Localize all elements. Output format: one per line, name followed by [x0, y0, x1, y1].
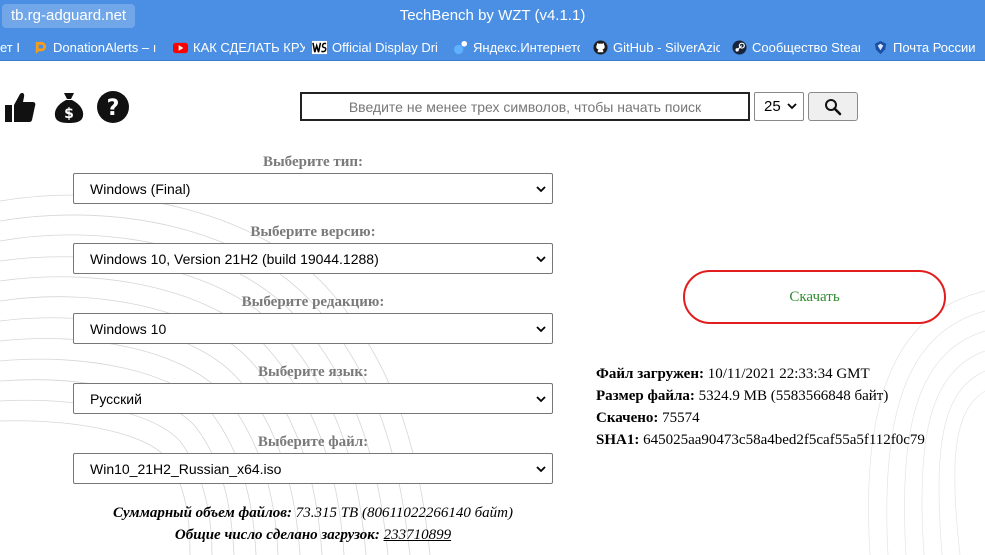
bookmark-russian-post[interactable]: Почта России	[873, 34, 985, 60]
chevron-down-icon	[536, 396, 546, 403]
downloads-line: Общие число сделано загрузок: 233710899	[73, 527, 553, 544]
bookmark-github[interactable]: GitHub - SilverAzic	[593, 34, 720, 60]
svg-text:$: $	[64, 106, 74, 122]
chevron-down-icon	[536, 326, 546, 333]
bookmark-item-0[interactable]: ет I	[0, 34, 29, 60]
ws-icon	[312, 40, 327, 55]
bookmark-label: Official Display Dri	[332, 40, 438, 55]
bookmark-label: GitHub - SilverAzic	[613, 40, 720, 55]
russian-post-icon	[874, 40, 887, 55]
page-size-value: 25	[764, 98, 781, 115]
page-size-select[interactable]: 25	[754, 92, 804, 121]
github-icon	[593, 40, 608, 55]
file-uploaded-value: 10/11/2021 22:33:34 GMT	[707, 366, 870, 382]
file-uploaded-row: Файл загружен: 10/11/2021 22:33:34 GMT	[596, 363, 985, 385]
file-downloaded-row: Скачено: 75574	[596, 407, 985, 429]
edition-label: Выберите редакцию:	[241, 294, 385, 310]
type-select-value: Windows (Final)	[90, 180, 191, 197]
file-size-label: Размер файла:	[596, 388, 695, 404]
bookmark-donationalerts[interactable]: DonationAlerts – ı	[33, 34, 165, 60]
file-size-row: Размер файла: 5324.9 MB (5583566848 байт…	[596, 385, 985, 407]
browser-title-bar: tb.rg-adguard.net TechBench by WZT (v4.1…	[0, 0, 985, 34]
search-icon	[825, 98, 842, 115]
chevron-down-icon	[536, 466, 546, 473]
file-downloaded-value: 75574	[662, 410, 700, 426]
bookmark-label: Сообщество Stear	[752, 40, 860, 55]
language-select[interactable]: Русский	[73, 383, 553, 414]
download-button-label: Скачать	[789, 288, 840, 305]
bookmark-youtube[interactable]: КАК СДЕЛАТЬ КРУ	[173, 34, 305, 60]
bookmark-label: ет I	[0, 40, 20, 55]
edition-select[interactable]: Windows 10	[73, 313, 553, 344]
search-input[interactable]	[300, 92, 750, 121]
youtube-icon	[173, 42, 188, 54]
chevron-down-icon	[536, 256, 546, 263]
bookmark-label: КАК СДЕЛАТЬ КРУ	[193, 40, 305, 55]
bookmark-label: Почта России	[893, 40, 976, 55]
question-icon[interactable]: ?	[96, 90, 130, 124]
edition-select-value: Windows 10	[90, 320, 167, 337]
version-select-value: Windows 10, Version 21H2 (build 19044.12…	[90, 250, 379, 267]
language-select-value: Русский	[90, 390, 142, 407]
chevron-down-icon	[787, 103, 797, 110]
downloads-count-link[interactable]: 233710899	[384, 527, 452, 543]
total-size-line: Суммарный объем файлов: 73.315 TB (80611…	[73, 505, 553, 522]
file-select-value: Win10_21H2_Russian_x64.iso	[90, 460, 282, 477]
file-sha1-label: SHA1:	[596, 432, 640, 448]
bookmark-display-driver[interactable]: Official Display Dri	[312, 34, 439, 60]
file-sha1-row: SHA1: 645025aa90473c58a4bed2f5caf55a5f11…	[596, 429, 985, 451]
type-label: Выберите тип:	[262, 154, 364, 170]
bookmark-yandex[interactable]: Яндекс.Интернетс	[453, 34, 580, 60]
bookmark-label: DonationAlerts – ı	[53, 40, 157, 55]
file-select[interactable]: Win10_21H2_Russian_x64.iso	[73, 453, 553, 484]
file-label: Выберите файл:	[257, 434, 369, 450]
language-label: Выберите язык:	[258, 364, 368, 380]
file-downloaded-label: Скачено:	[596, 410, 659, 426]
file-sha1-value: 645025aa90473c58a4bed2f5caf55a5f112f0c79	[643, 432, 925, 448]
thumbs-up-icon[interactable]	[3, 90, 37, 124]
bookmarks-bar: ет I DonationAlerts – ı КАК СДЕЛАТЬ КРУ …	[0, 34, 985, 61]
window-title: TechBench by WZT (v4.1.1)	[399, 7, 586, 24]
donationalerts-icon	[35, 41, 47, 55]
search-button[interactable]	[808, 92, 858, 121]
type-select[interactable]: Windows (Final)	[73, 173, 553, 204]
svg-text:?: ?	[107, 96, 120, 121]
version-select[interactable]: Windows 10, Version 21H2 (build 19044.12…	[73, 243, 553, 274]
chevron-down-icon	[536, 186, 546, 193]
money-bag-icon[interactable]: $	[52, 90, 86, 124]
file-uploaded-label: Файл загружен:	[596, 366, 704, 382]
download-button[interactable]: Скачать	[683, 270, 946, 324]
total-size-label: Суммарный объем файлов:	[113, 505, 292, 521]
version-label: Выберите версию:	[250, 224, 376, 240]
downloads-label: Общие число сделано загрузок:	[174, 527, 380, 543]
total-size-value: 73.315 TB (80611022266140 байт)	[295, 505, 513, 521]
file-size-value: 5324.9 MB (5583566848 байт)	[698, 388, 889, 404]
bookmark-label: Яндекс.Интернетс	[473, 40, 580, 55]
bookmark-steam[interactable]: Сообщество Stear	[732, 34, 860, 60]
yandex-internetometer-icon	[453, 40, 468, 55]
steam-icon	[732, 40, 747, 55]
file-info: Файл загружен: 10/11/2021 22:33:34 GMT Р…	[596, 363, 985, 451]
